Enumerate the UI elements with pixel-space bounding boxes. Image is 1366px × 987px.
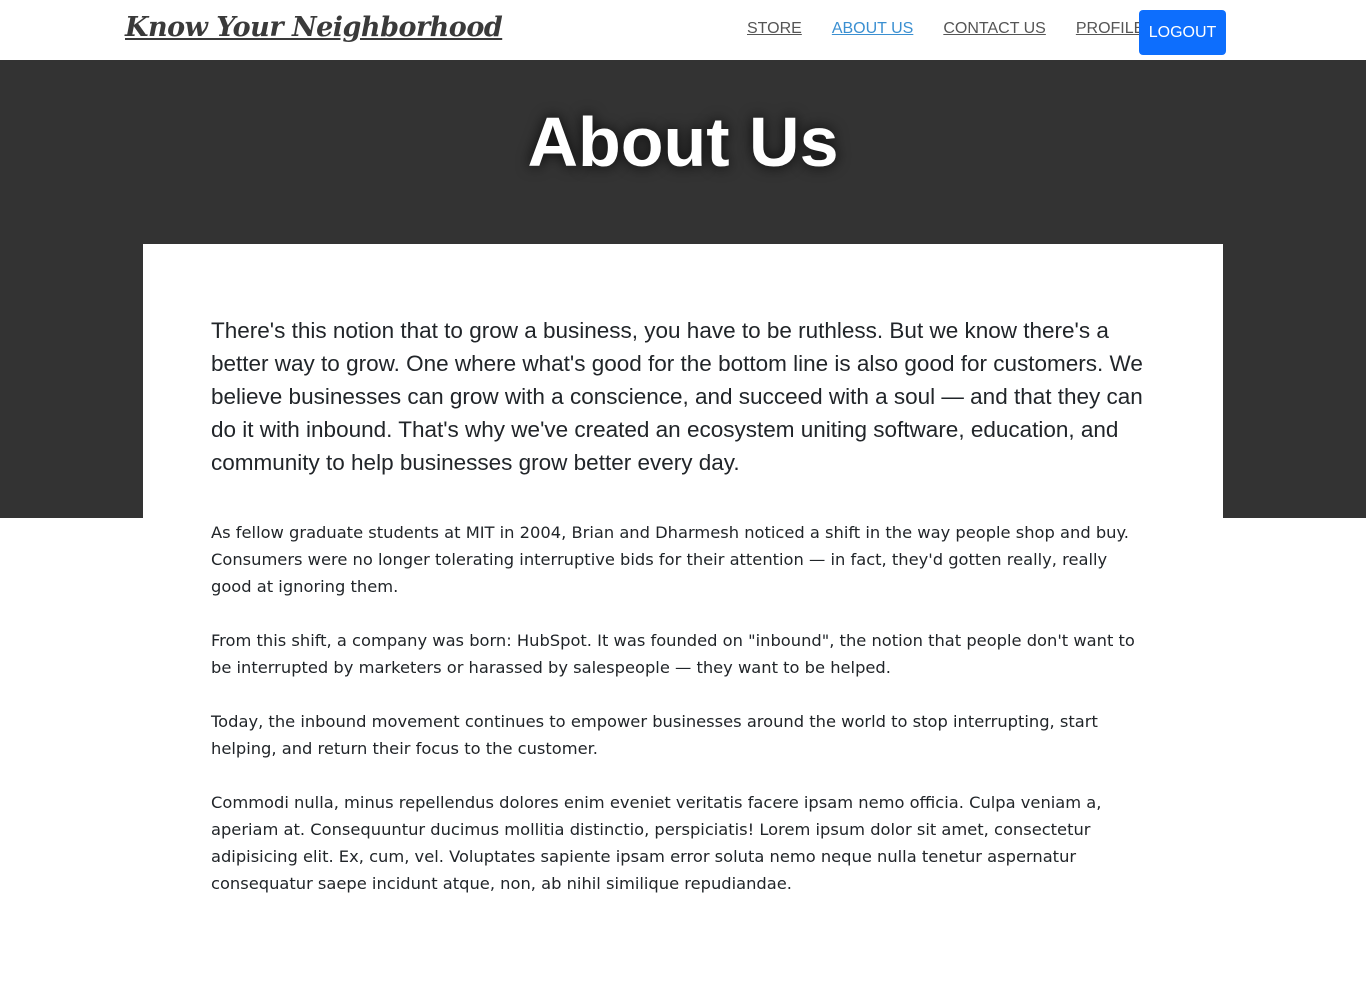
lead-paragraph: There's this notion that to grow a busin… — [211, 318, 1143, 475]
page-title: About Us — [527, 103, 839, 181]
nav-link-about-us[interactable]: ABOUT US — [832, 20, 914, 38]
about-content-card: There's this notion that to grow a busin… — [143, 244, 1223, 944]
navbar: Know Your Neighborhood STORE ABOUT US CO… — [0, 0, 1366, 60]
body-paragraph: Commodi nulla, minus repellendus dolores… — [211, 793, 1102, 893]
body-paragraph: As fellow graduate students at MIT in 20… — [211, 523, 1129, 596]
nav-link-store[interactable]: STORE — [747, 20, 802, 38]
nav-links: STORE ABOUT US CONTACT US PROFILE — [747, 20, 1174, 38]
body-paragraph: Today, the inbound movement continues to… — [211, 712, 1098, 758]
body-paragraph: From this shift, a company was born: Hub… — [211, 631, 1135, 677]
logout-button[interactable]: LOGOUT — [1139, 10, 1226, 55]
nav-link-contact-us[interactable]: CONTACT US — [943, 20, 1046, 38]
nav-link-profile[interactable]: PROFILE — [1076, 20, 1144, 38]
brand-logo-link[interactable]: Know Your Neighborhood — [125, 12, 503, 43]
